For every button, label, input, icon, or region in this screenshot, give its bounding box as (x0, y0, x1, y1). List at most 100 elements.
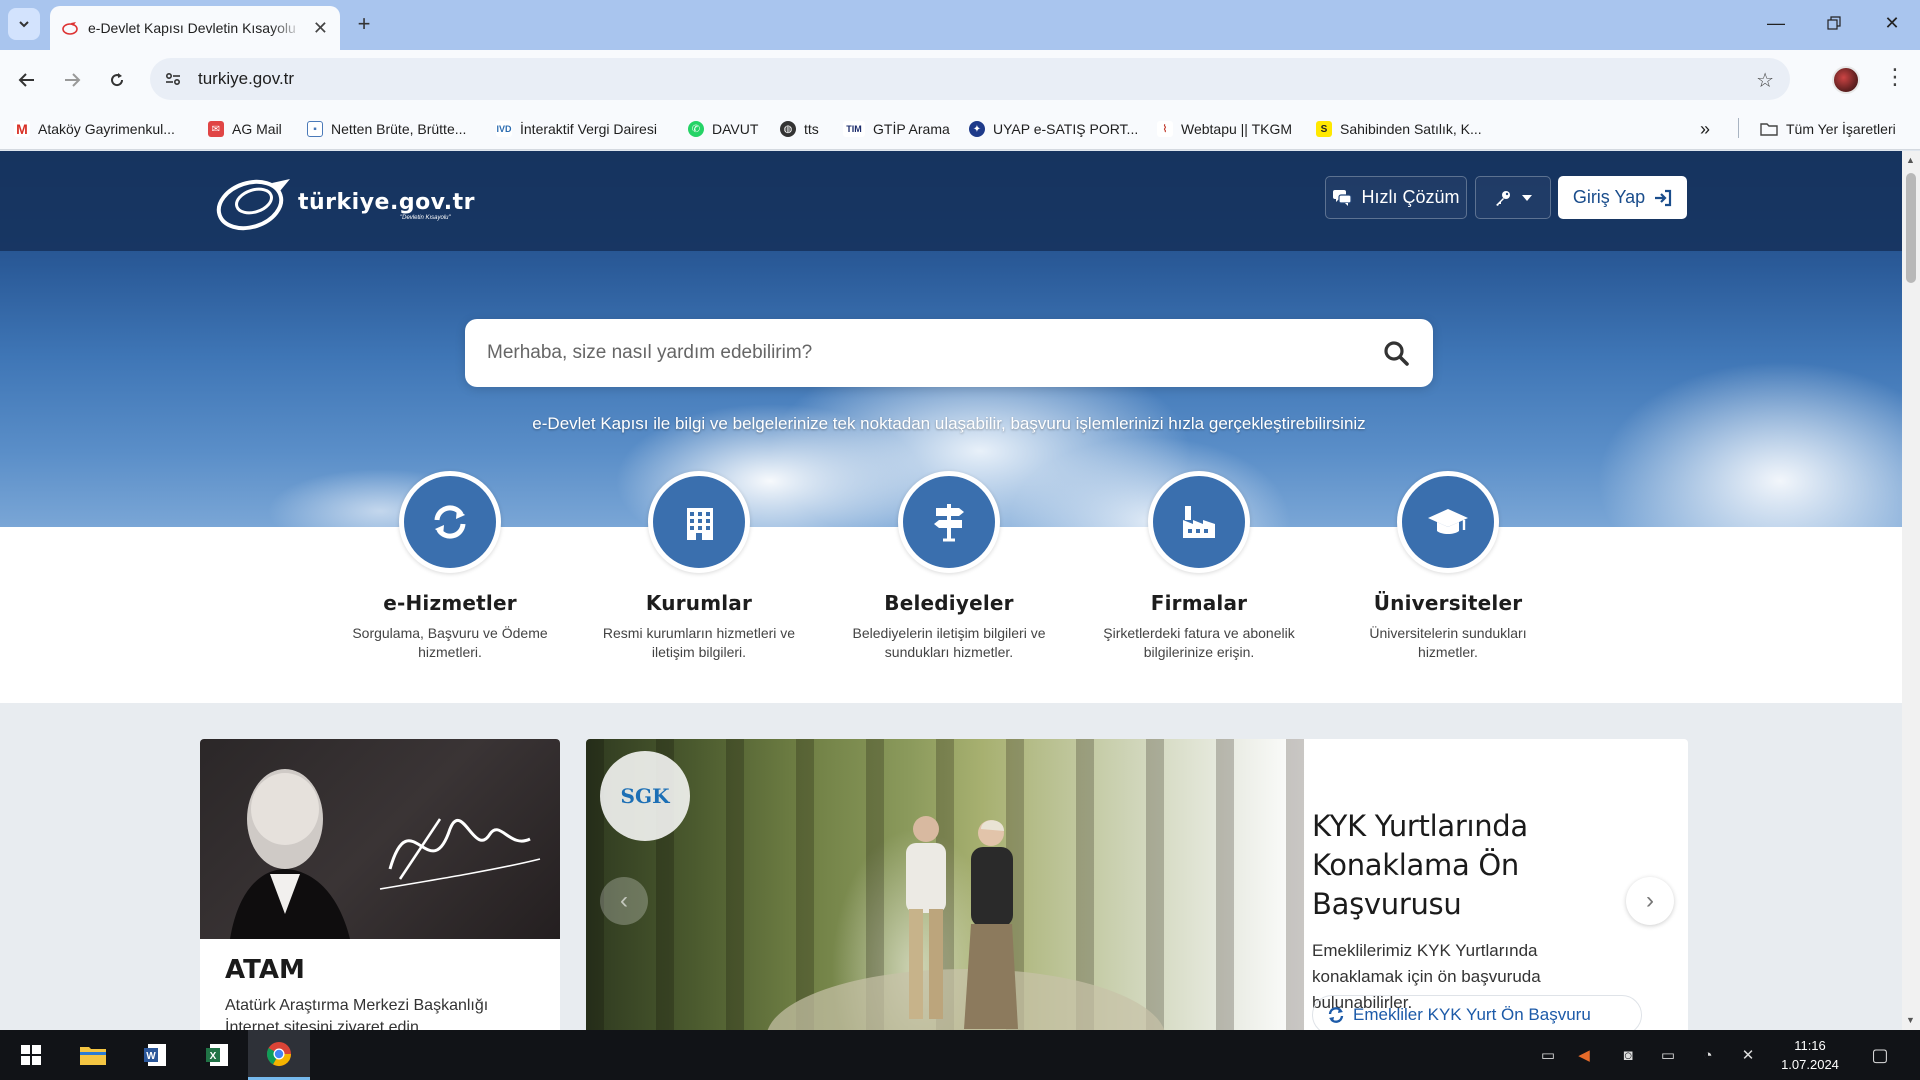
reload-icon (111, 73, 124, 87)
login-button[interactable]: Giriş Yap (1558, 176, 1687, 219)
taskbar-chrome[interactable] (248, 1030, 310, 1080)
sign-in-icon (1655, 189, 1672, 206)
taskbar-excel[interactable]: X (186, 1030, 248, 1080)
taskbar-word[interactable]: W (124, 1030, 186, 1080)
word-icon: W (144, 1044, 166, 1066)
bookmark-item[interactable]: IVD İnteraktif Vergi Dairesi (496, 118, 657, 140)
bookmark-label: UYAP e-SATIŞ PORT... (993, 121, 1139, 137)
bookmark-item[interactable]: ▪ Netten Brüte, Brütte... (307, 118, 466, 140)
quick-solution-button[interactable]: Hızlı Çözüm (1325, 176, 1467, 219)
taskbar-file-explorer[interactable] (62, 1030, 124, 1080)
bookmark-item[interactable]: TIM GTİP Arama (843, 118, 950, 140)
tab-title: e-Devlet Kapısı Devletin Kısayolu (88, 20, 296, 36)
profile-avatar[interactable] (1832, 66, 1860, 94)
feature-icon-circle (1148, 471, 1250, 573)
feature-desc: Belediyelerin iletişim bilgileri ve sund… (852, 625, 1046, 660)
site-logo[interactable]: türkiye.gov.tr "Devletin Kısayolu" (214, 171, 475, 233)
forward-button[interactable] (55, 63, 89, 97)
scroll-up-icon[interactable]: ▲ (1906, 155, 1915, 165)
feature-icon-circle (399, 471, 501, 573)
slider-next-button[interactable]: › (1626, 877, 1674, 925)
search-input[interactable] (487, 342, 1381, 364)
feature-title: Üniversiteler (1373, 591, 1523, 615)
building-icon (687, 508, 713, 540)
chrome-icon (266, 1041, 291, 1066)
divider (1738, 118, 1739, 138)
feature-title: Kurumlar (645, 591, 753, 615)
login-options-dropdown[interactable] (1475, 176, 1551, 219)
all-bookmarks-folder[interactable]: Tüm Yer İşaretleri (1760, 118, 1896, 140)
uyap-icon: ✦ (969, 121, 985, 137)
bookmark-label: tts (804, 121, 819, 137)
feature-universities[interactable]: Üniversiteler Üniversitelerin sundukları… (1338, 471, 1558, 662)
scrollbar-thumb[interactable] (1906, 173, 1916, 283)
slide-title: KYK Yurtlarında Konaklama Ön Başvurusu (1312, 809, 1528, 921)
tab-close-icon[interactable]: ✕ (313, 18, 328, 39)
factory-icon (1183, 506, 1215, 538)
gmail-icon: M (14, 121, 30, 137)
bookmark-item[interactable]: S Sahibinden Satılık, K... (1316, 118, 1482, 140)
tray-volume-muted-icon[interactable]: ✕ (1736, 1044, 1760, 1066)
slider-prev-button[interactable]: ‹ (600, 877, 648, 925)
taskbar-clock[interactable]: 11:16 1.07.2024 (1770, 1036, 1850, 1074)
bookmark-label: Netten Brüte, Brütte... (331, 121, 467, 137)
feature-municipalities[interactable]: Belediyeler Belediyelerin iletişim bilgi… (839, 471, 1059, 662)
feature-institutions[interactable]: Kurumlar Resmi kurumların hizmetleri ve … (589, 471, 809, 662)
tray-wifi-icon[interactable]: ◔ (1696, 1044, 1720, 1066)
more-bookmarks-icon[interactable]: » (1700, 118, 1710, 140)
bookmark-item[interactable]: ⌇ Webtapu || TKGM (1157, 118, 1292, 140)
bookmark-label: Webtapu || TKGM (1181, 121, 1293, 137)
new-tab-button[interactable]: + (350, 10, 378, 38)
refresh-icon (1328, 1007, 1344, 1023)
search-icon[interactable] (1381, 338, 1411, 368)
bookmark-item[interactable]: ✆ DAVUT (688, 118, 758, 140)
site-info-button[interactable] (156, 62, 190, 96)
feature-desc: Şirketlerdeki fatura ve abonelik bilgile… (1103, 625, 1295, 660)
tray-battery-icon[interactable]: ▭ (1656, 1044, 1680, 1066)
page-viewport: türkiye.gov.tr "Devletin Kısayolu" Hızlı… (0, 151, 1902, 1030)
bookmark-item[interactable]: ✦ UYAP e-SATIŞ PORT... (969, 118, 1138, 140)
browser-menu-icon[interactable]: ⋮ (1884, 64, 1906, 90)
feature-e-services[interactable]: e-Hizmetler Sorgulama, Başvuru ve Ödeme … (340, 471, 560, 662)
scroll-down-icon[interactable]: ▼ (1906, 1015, 1915, 1025)
mail-icon: ✉ (208, 121, 224, 137)
tray-webcam-icon[interactable]: ◙ (1616, 1044, 1640, 1066)
bookmark-label: DAVUT (712, 121, 759, 137)
feature-companies[interactable]: Firmalar Şirketlerdeki fatura ve aboneli… (1089, 471, 1309, 662)
tray-alert-icon[interactable]: ◀ (1572, 1044, 1596, 1066)
whatsapp-icon: ✆ (688, 121, 704, 137)
bookmark-item[interactable]: ✉ AG Mail (208, 118, 282, 140)
bookmark-item[interactable]: ◍ tts (780, 118, 819, 140)
notification-center-icon[interactable]: ▢ (1868, 1044, 1892, 1066)
url-text[interactable]: turkiye.gov.tr (198, 69, 294, 89)
announcement-slider: SGK ‹ KYK Yurtlarında Konaklama Ön Başvu… (586, 739, 1688, 1030)
search-bar (465, 319, 1433, 387)
feature-title: Belediyeler (884, 591, 1014, 615)
globe-icon: ◍ (780, 121, 796, 137)
bookmark-label: Ataköy Gayrimenkul... (38, 121, 175, 137)
slide-link-label: Emekliler KYK Yurt Ön Başvuru (1353, 1005, 1591, 1024)
start-button[interactable] (0, 1030, 62, 1080)
bookmark-star-icon[interactable]: ☆ (1756, 68, 1774, 93)
bookmark-item[interactable]: M Ataköy Gayrimenkul... (14, 118, 175, 140)
tab-search-button[interactable] (8, 8, 40, 40)
edevlet-logo-icon (216, 179, 290, 231)
back-button[interactable] (10, 63, 44, 97)
reload-button[interactable] (100, 63, 134, 97)
restore-button[interactable] (1806, 0, 1862, 46)
atam-card[interactable]: ATAM Atatürk Araştırma Merkezi Başkanlığ… (200, 739, 560, 1030)
slide-link-button[interactable]: Emekliler KYK Yurt Ön Başvuru (1312, 995, 1642, 1030)
arrow-right-icon (65, 73, 81, 87)
calculator-icon: ▪ (307, 121, 323, 137)
minimize-button[interactable]: — (1748, 0, 1804, 46)
ataturk-portrait (200, 739, 560, 939)
logo-text: türkiye.gov.tr (298, 189, 475, 215)
arrow-left-icon (18, 73, 34, 87)
windows-logo-icon (21, 1045, 41, 1065)
tray-network-drive-icon[interactable]: ▭ (1536, 1044, 1560, 1066)
address-bar[interactable]: turkiye.gov.tr ☆ (150, 58, 1790, 100)
close-window-button[interactable]: ✕ (1864, 0, 1920, 46)
active-tab[interactable]: e-Devlet Kapısı Devletin Kısayolu ✕ (50, 6, 340, 50)
caret-down-icon (1521, 194, 1532, 201)
page-scrollbar[interactable]: ▲ ▼ (1902, 151, 1920, 1030)
